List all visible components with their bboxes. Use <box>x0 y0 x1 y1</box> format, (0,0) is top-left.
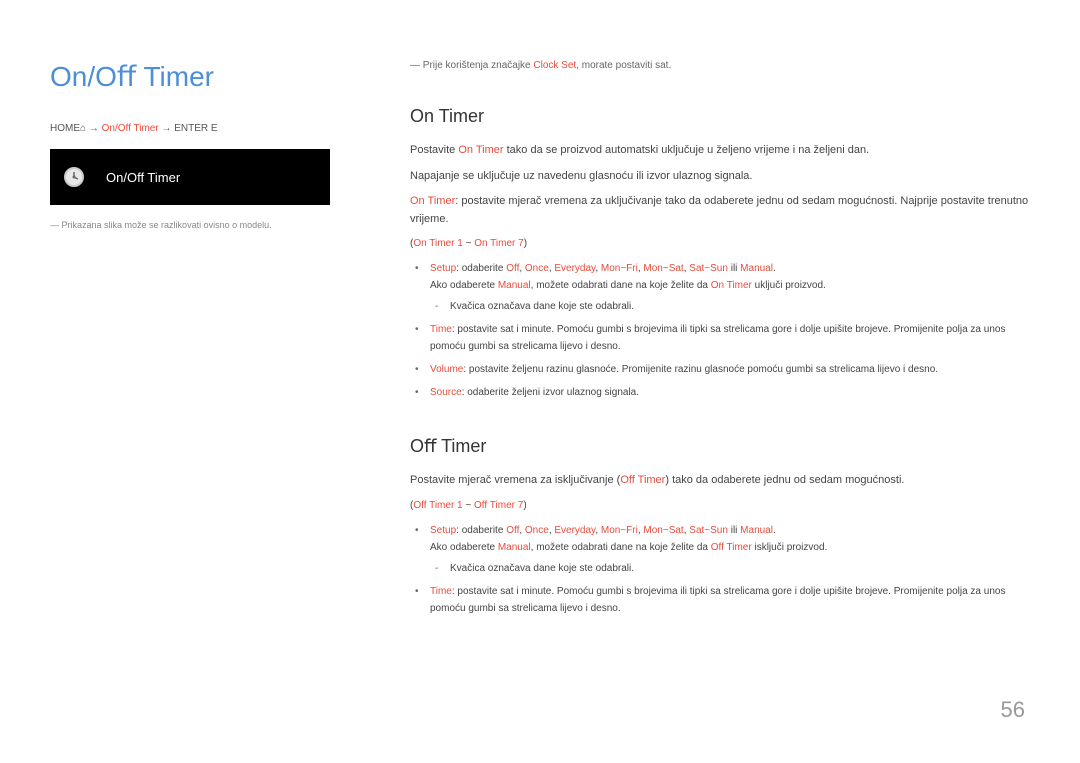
clock-icon <box>62 165 86 189</box>
off-timer-range: (Off Timer 1 ~ Off Timer 7) <box>410 498 1030 514</box>
off-timer-p1: Postavite mjerač vremena za isključivanj… <box>410 472 1030 490</box>
home-icon: ⌂ <box>80 123 86 134</box>
on-timer-heading: On Timer <box>410 106 1030 127</box>
nav-enter: ENTER E <box>174 123 217 134</box>
on-timer-range: (On Timer 1 ~ On Timer 7) <box>410 236 1030 252</box>
nav-home: HOME <box>50 123 80 134</box>
off-timer-setup-sub: Kvačica označava dane koje ste odabrali. <box>450 561 1030 577</box>
preview-box: On/Off Timer <box>50 149 330 205</box>
off-timer-heading: Oﬀ Timer <box>410 436 1030 457</box>
on-timer-section: On Timer Postavite On Timer tako da se p… <box>410 106 1030 401</box>
on-timer-p1: Postavite On Timer tako da se proizvod a… <box>410 142 1030 160</box>
on-timer-setup-sub: Kvačica označava dane koje ste odabrali. <box>450 299 1030 315</box>
on-timer-time-item: Time: postavite sat i minute. Pomoću gum… <box>430 321 1030 355</box>
off-timer-section: Oﬀ Timer Postavite mjerač vremena za isk… <box>410 436 1030 617</box>
on-timer-p2: Napajanje se uključuje uz navedenu glasn… <box>410 168 1030 186</box>
nav-path-highlight: On/Off Timer <box>102 123 159 134</box>
off-timer-setup-item: Setup: odaberite Off, Once, Everyday, Mo… <box>430 522 1030 577</box>
breadcrumb: HOME⌂ → On/Off Timer → ENTER E <box>50 123 360 134</box>
page-number: 56 <box>1001 697 1025 723</box>
on-timer-setup-item: Setup: odaberite Off, Once, Everyday, Mo… <box>430 260 1030 315</box>
on-timer-volume-item: Volume: postavite željenu razinu glasnoć… <box>430 361 1030 378</box>
preview-box-label: On/Off Timer <box>106 170 180 185</box>
on-timer-source-item: Source: odaberite željeni izvor ulaznog … <box>430 384 1030 401</box>
page-title: On/Oﬀ Timer <box>50 60 360 93</box>
off-timer-time-item: Time: postavite sat i minute. Pomoću gum… <box>430 583 1030 617</box>
pre-note: ― Prije korištenja značajke Clock Set, m… <box>410 60 1030 71</box>
image-disclaimer: Prikazana slika može se razlikovati ovis… <box>50 220 360 230</box>
on-timer-p3: On Timer: postavite mjerač vremena za uk… <box>410 193 1030 228</box>
pre-note-highlight: Clock Set <box>533 60 576 71</box>
